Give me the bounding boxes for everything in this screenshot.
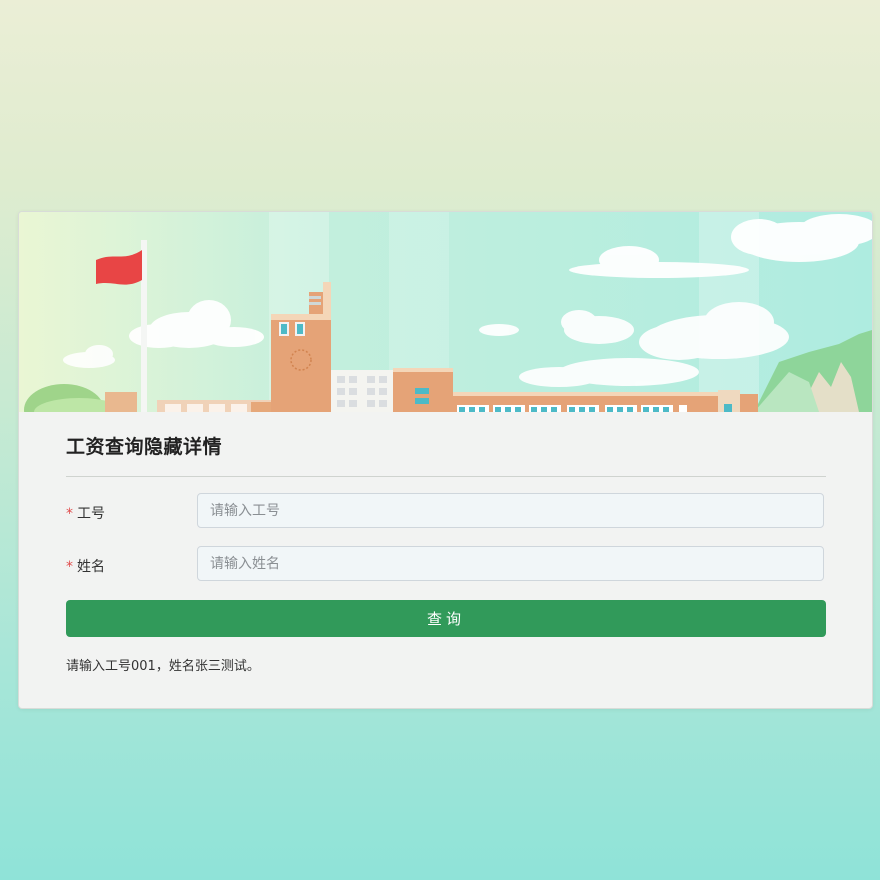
page-title: 工资查询隐藏详情 bbox=[66, 436, 223, 458]
query-button[interactable]: 查询 bbox=[66, 600, 826, 637]
employee-id-label-text: 工号 bbox=[77, 506, 105, 522]
employee-id-row: * 工号 bbox=[66, 493, 826, 531]
required-mark: * bbox=[66, 506, 73, 522]
name-label-text: 姓名 bbox=[77, 559, 105, 575]
hint-text: 请输入工号001，姓名张三测试。 bbox=[66, 659, 260, 674]
name-row: * 姓名 bbox=[66, 546, 826, 584]
query-card: 工资查询隐藏详情 *工号 *姓名 查询 请输入工号001，姓名张三测试。 bbox=[18, 211, 873, 709]
employee-id-label: * 工号 bbox=[66, 503, 105, 523]
name-label: * 姓名 bbox=[66, 556, 105, 576]
employee-id-input[interactable] bbox=[197, 493, 824, 528]
required-mark: * bbox=[66, 559, 73, 575]
school-banner-illustration bbox=[19, 212, 872, 412]
title-divider bbox=[66, 476, 826, 477]
name-input[interactable] bbox=[197, 546, 824, 581]
